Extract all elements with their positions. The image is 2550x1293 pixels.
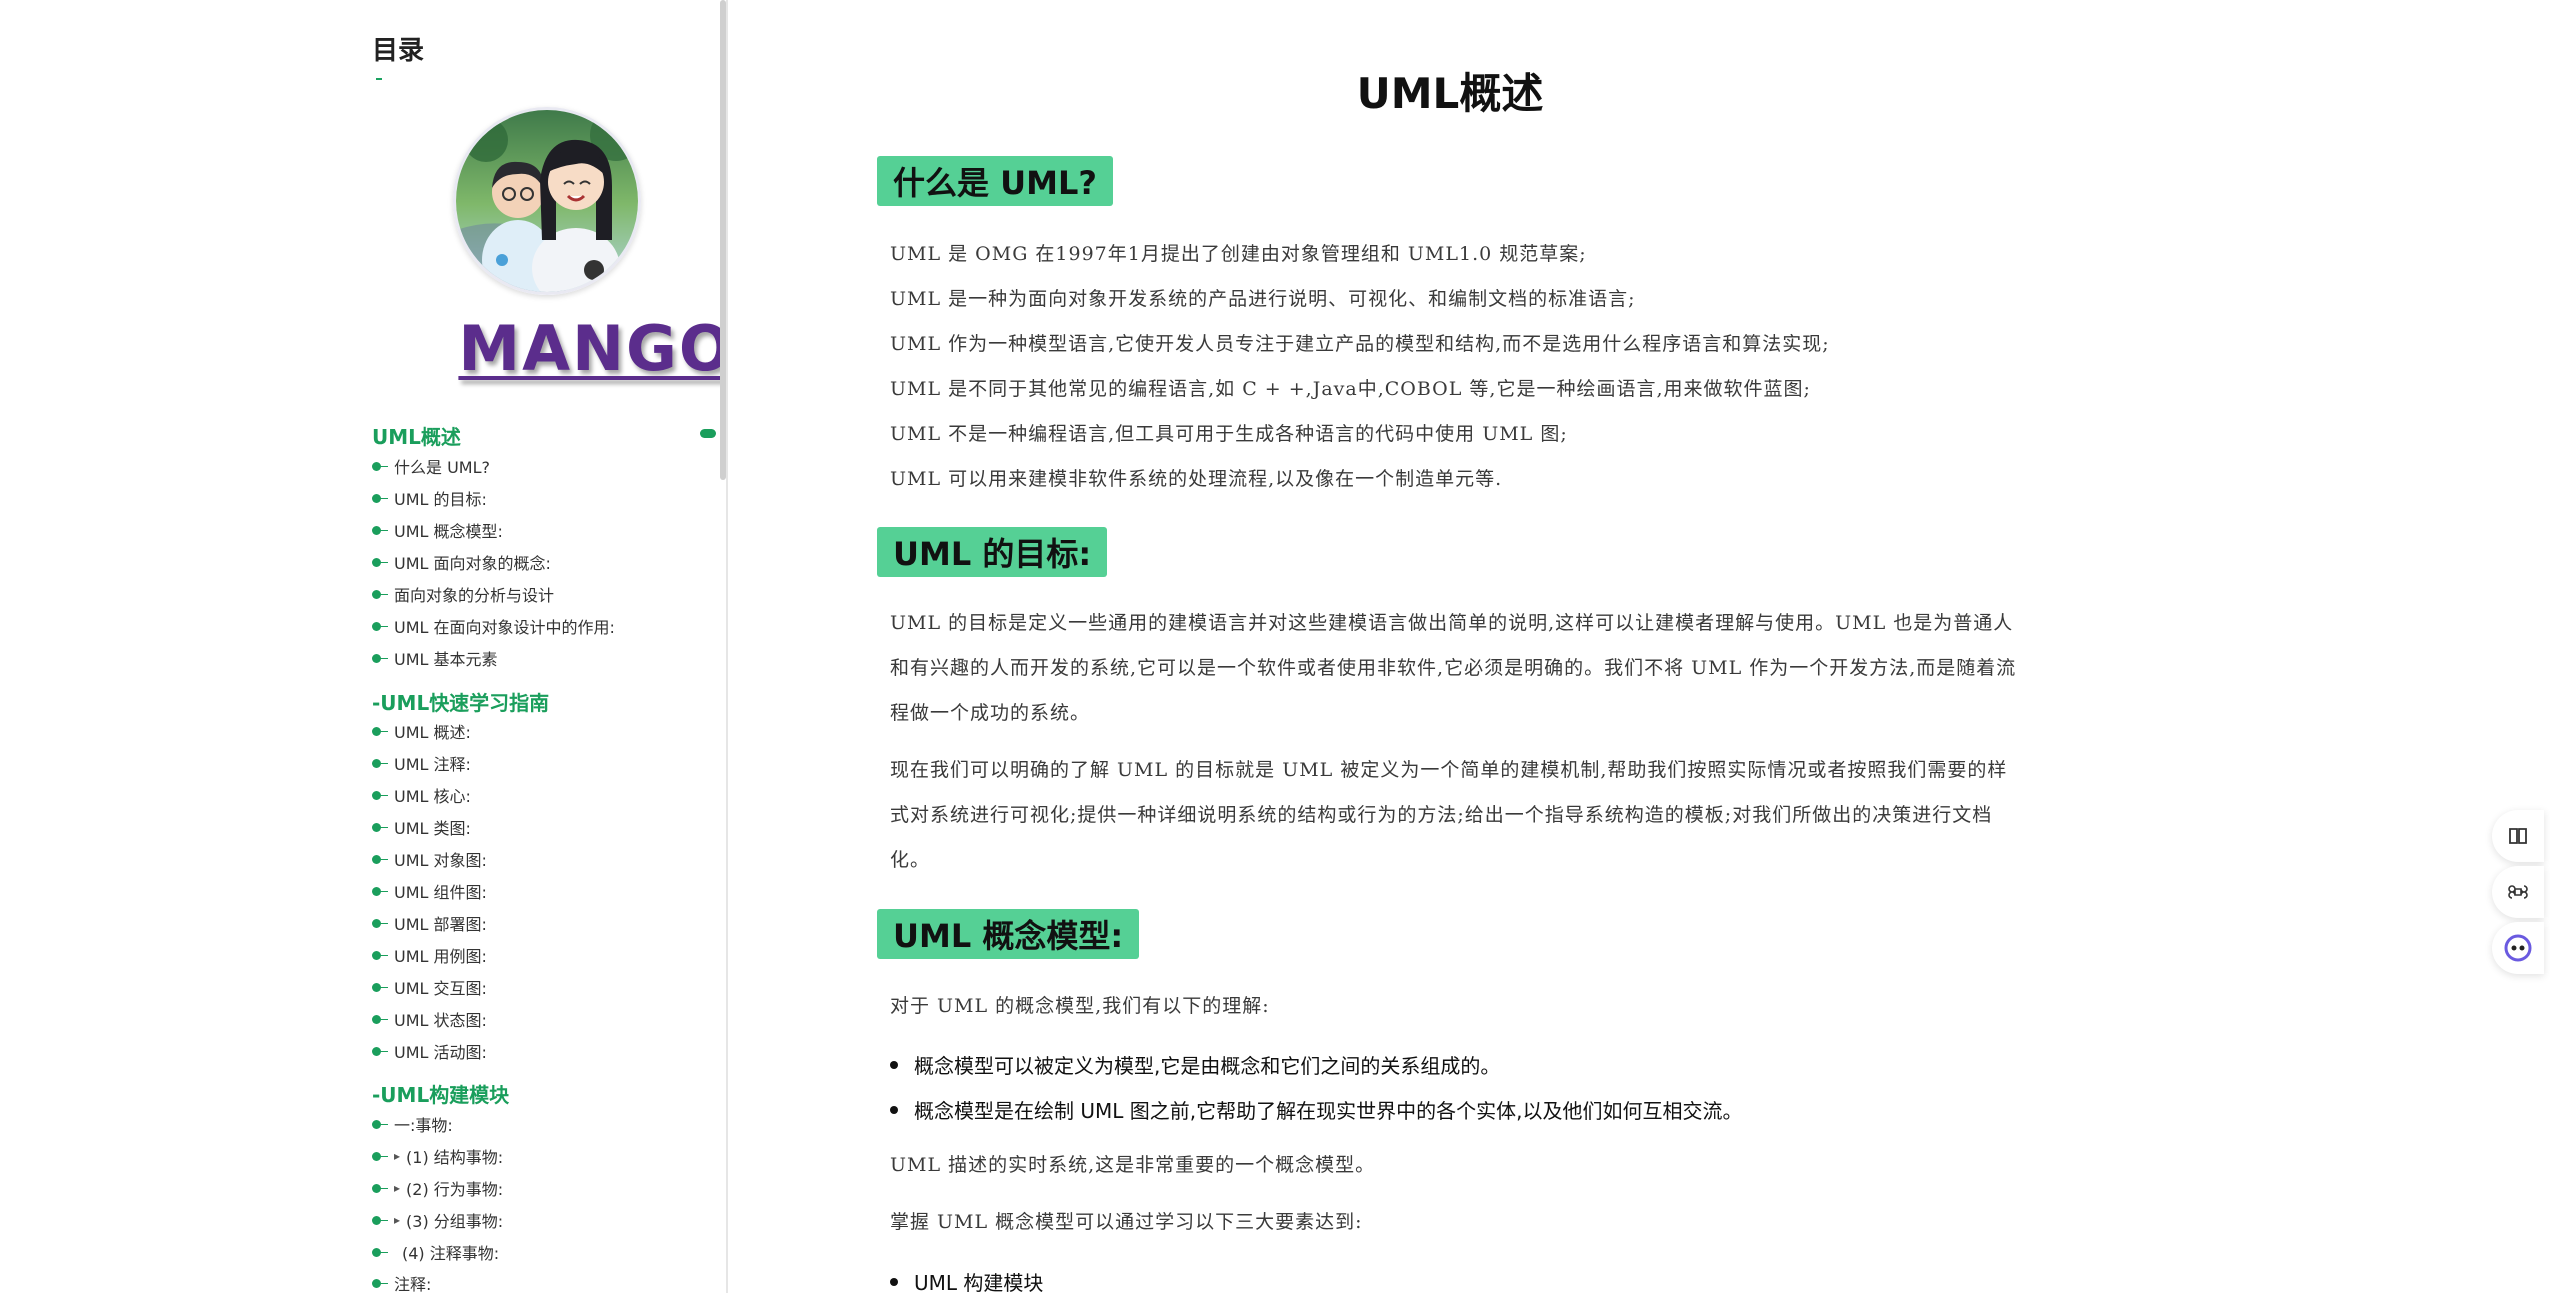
floating-toolbar [2492, 810, 2550, 978]
bullet-dot [372, 822, 388, 832]
main-content: UML概述 什么是 UML? UML 是 OMG 在1997年1月提出了创建由对… [730, 0, 2500, 1293]
bullet-dot [372, 1151, 388, 1161]
bullet-dot [372, 589, 388, 599]
toc-item[interactable]: UML 在面向对象设计中的作用: [372, 615, 615, 637]
bullet-dot [372, 461, 388, 471]
toc-item[interactable]: ▸ (2) 行为事物: [372, 1177, 503, 1199]
active-indicator [700, 429, 716, 438]
toc-item[interactable]: UML 对象图: [372, 848, 487, 870]
sidebar: 目录 MANGO UML概述 什么是 UML? UML 的目标: UML 概念模… [0, 0, 728, 1293]
list-item: UML 构建模块 [890, 1267, 1043, 1293]
avatar [453, 107, 641, 295]
bullet-dot [372, 493, 388, 503]
bullet-dot [372, 1119, 388, 1129]
bullet-dot [372, 950, 388, 960]
toc-item[interactable]: UML 面向对象的概念: [372, 551, 551, 573]
collapse-icon[interactable]: ▸ [394, 1181, 400, 1195]
paragraph: 对于 UML 的概念模型,我们有以下的理解: [890, 995, 1270, 1017]
toc-marker [376, 78, 382, 80]
toc-item[interactable]: UML 基本元素 [372, 647, 498, 669]
command-icon[interactable] [2492, 866, 2544, 918]
toc-item[interactable]: UML 注释: [372, 752, 471, 774]
brand-logo[interactable]: MANGO [396, 312, 726, 385]
toc-title: 目录 [372, 36, 425, 66]
toc-item[interactable]: 面向对象的分析与设计 [372, 583, 554, 605]
paragraph-line: UML 作为一种模型语言,它使开发人员专注于建立产品的模型和结构,而不是选用什么… [890, 333, 1830, 355]
bullet-dot [372, 982, 388, 992]
toc-item[interactable]: UML 的目标: [372, 487, 487, 509]
list-item: 概念模型可以被定义为模型,它是由概念和它们之间的关系组成的。 [890, 1050, 1500, 1079]
toc-item[interactable]: UML 组件图: [372, 880, 487, 902]
toc-section-uml-overview[interactable]: UML概述 [372, 421, 461, 450]
bullet-dot [372, 1014, 388, 1024]
collapse-icon[interactable]: ▸ [394, 1213, 400, 1227]
paragraph: UML 描述的实时系统,这是非常重要的一个概念模型。 [890, 1154, 1376, 1176]
bullet-dot [372, 854, 388, 864]
bullet-dot [372, 918, 388, 928]
book-icon[interactable] [2492, 810, 2544, 862]
toc-item[interactable]: UML 部署图: [372, 912, 487, 934]
bullet-dot [372, 1183, 388, 1193]
bullet-dot [372, 557, 388, 567]
toc-item[interactable]: UML 核心: [372, 784, 471, 806]
bullet-dot [372, 790, 388, 800]
list-item: 概念模型是在绘制 UML 图之前,它帮助了解在现实世界中的各个实体,以及他们如何… [890, 1095, 1742, 1124]
bullet-dot [890, 1060, 898, 1069]
toc-item[interactable]: UML 类图: [372, 816, 471, 838]
toc-item[interactable]: UML 概述: [372, 720, 471, 742]
paragraph-line: UML 可以用来建模非软件系统的处理流程,以及像在一个制造单元等. [890, 468, 1503, 490]
toc-item[interactable]: UML 概念模型: [372, 519, 503, 541]
bullet-dot [372, 1247, 388, 1257]
bullet-dot [372, 1215, 388, 1225]
toc-item[interactable]: 一:事物: [372, 1113, 453, 1135]
bullet-dot [372, 758, 388, 768]
toc-item[interactable]: (4) 注释事物: [372, 1241, 499, 1263]
bullet-dot [372, 525, 388, 535]
assistant-icon[interactable] [2492, 922, 2544, 974]
collapse-icon[interactable]: ▸ [394, 1149, 400, 1163]
bullet-dot [372, 886, 388, 896]
toc-item[interactable]: 注释: [372, 1272, 431, 1293]
toc-item[interactable]: UML 活动图: [372, 1040, 487, 1062]
paragraph-line: UML 是一种为面向对象开发系统的产品进行说明、可视化、和编制文档的标准语言; [890, 288, 1636, 310]
sidebar-scrollbar[interactable] [720, 0, 726, 480]
paragraph: UML 的目标是定义一些通用的建模语言并对这些建模语言做出简单的说明,这样可以让… [890, 612, 2017, 724]
paragraph: 现在我们可以明确的了解 UML 的目标就是 UML 被定义为一个简单的建模机制,… [890, 759, 2008, 871]
toc-item[interactable]: UML 状态图: [372, 1008, 487, 1030]
paragraph: 掌握 UML 概念模型可以通过学习以下三大要素达到: [890, 1211, 1363, 1233]
toc-item[interactable]: 什么是 UML? [372, 455, 490, 477]
bullet-dot [372, 621, 388, 631]
bullet-dot [372, 1278, 388, 1288]
bullet-dot [372, 653, 388, 663]
heading-uml-goals: UML 的目标: [877, 527, 1108, 577]
toc-item[interactable]: ▸ (1) 结构事物: [372, 1145, 503, 1167]
heading-what-is-uml: 什么是 UML? [877, 156, 1113, 206]
toc-item[interactable]: UML 交互图: [372, 976, 487, 998]
bullet-dot [890, 1277, 898, 1286]
heading-uml-concept-model: UML 概念模型: [877, 909, 1140, 959]
bullet-dot [890, 1105, 898, 1114]
toc-section-building-blocks[interactable]: -UML构建模块 [372, 1079, 509, 1108]
paragraph-line: UML 不是一种编程语言,但工具可用于生成各种语言的代码中使用 UML 图; [890, 423, 1568, 445]
toc-item[interactable]: ▸ (3) 分组事物: [372, 1209, 503, 1231]
bullet-dot [372, 1046, 388, 1056]
bullet-dot [372, 726, 388, 736]
toc-section-quick-guide[interactable]: -UML快速学习指南 [372, 687, 549, 716]
paragraph-line: UML 是不同于其他常见的编程语言,如 C + +,Java中,COBOL 等,… [890, 378, 1811, 400]
page-title: UML概述 [1356, 69, 1544, 118]
paragraph-line: UML 是 OMG 在1997年1月提出了创建由对象管理组和 UML1.0 规范… [890, 243, 1587, 265]
toc-item[interactable]: UML 用例图: [372, 944, 487, 966]
